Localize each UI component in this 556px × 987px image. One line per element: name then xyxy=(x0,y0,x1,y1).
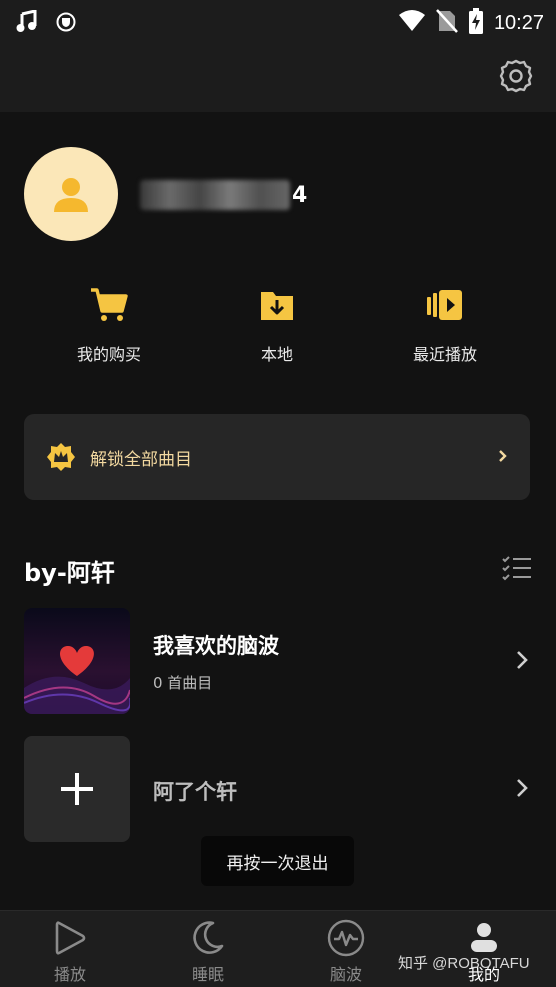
watermark: 知乎 @ROBOTAFU xyxy=(398,955,530,972)
quick-actions: 我的购买 本地 最近播放 xyxy=(0,283,556,373)
playlist-title: 我喜欢的脑波 xyxy=(153,634,279,658)
person-icon xyxy=(471,923,497,952)
chevron-right-icon xyxy=(512,648,532,672)
username-suffix: 4 xyxy=(292,182,308,208)
play-icon xyxy=(55,921,86,955)
playlist-title: 阿了个轩 xyxy=(153,780,237,804)
unlock-label: 解锁全部曲目 xyxy=(90,449,192,470)
recent-play-icon xyxy=(427,290,462,320)
playlist-cover xyxy=(24,608,130,714)
username-redacted xyxy=(140,180,290,210)
tab-sleep-label: 睡眠 xyxy=(191,965,224,984)
settings-button[interactable] xyxy=(498,58,534,94)
tab-brainwave-label: 脑波 xyxy=(329,965,362,984)
add-playlist-cover[interactable] xyxy=(24,736,130,842)
local-label: 本地 xyxy=(260,345,293,364)
username[interactable]: 4 xyxy=(140,178,307,212)
playlist-track-count: 0 首曲目 xyxy=(153,674,213,692)
music-note-icon xyxy=(16,9,38,38)
exit-toast: 再按一次退出 xyxy=(201,836,354,886)
avatar[interactable] xyxy=(24,147,118,241)
status-time: 10:27 xyxy=(493,11,544,34)
gear-icon xyxy=(499,59,533,93)
moon-icon xyxy=(193,921,224,954)
cart-icon xyxy=(91,288,128,321)
wifi-icon xyxy=(398,9,426,37)
crown-badge-icon xyxy=(47,443,75,471)
download-folder-icon xyxy=(261,292,293,320)
recent-play-label: 最近播放 xyxy=(412,345,477,364)
local-button[interactable]: 本地 xyxy=(212,283,342,365)
checklist-icon xyxy=(502,556,531,581)
unlock-all-tracks-card[interactable]: 解锁全部曲目 xyxy=(24,414,530,500)
tab-play[interactable]: 播放 xyxy=(30,917,110,987)
chevron-right-icon xyxy=(498,447,508,468)
tab-play-label: 播放 xyxy=(53,965,86,984)
manage-list-button[interactable] xyxy=(502,556,532,582)
brainwave-icon xyxy=(327,919,365,957)
app-header xyxy=(0,46,556,112)
no-sim-icon xyxy=(436,9,458,37)
chevron-right-icon xyxy=(512,776,532,800)
tab-brainwave[interactable]: 脑波 xyxy=(306,917,386,987)
playlist-item-favorites[interactable]: 我喜欢的脑波 0 首曲目 xyxy=(24,608,532,714)
my-purchases-button[interactable]: 我的购买 xyxy=(44,283,174,365)
section-title: by-阿轩 xyxy=(24,559,115,587)
status-bar: 10:27 xyxy=(0,0,556,46)
shield-icon xyxy=(56,12,76,36)
my-purchases-label: 我的购买 xyxy=(76,345,141,364)
bottom-tab-bar: 播放 睡眠 脑波 我的 xyxy=(0,910,556,987)
playlist-item-custom[interactable]: 阿了个轩 xyxy=(24,736,532,842)
user-icon xyxy=(54,178,88,212)
battery-charging-icon xyxy=(468,8,484,38)
profile-avatar-area[interactable] xyxy=(24,147,118,241)
tab-sleep[interactable]: 睡眠 xyxy=(168,917,248,987)
recent-play-button[interactable]: 最近播放 xyxy=(380,283,510,365)
plus-icon xyxy=(61,773,93,805)
